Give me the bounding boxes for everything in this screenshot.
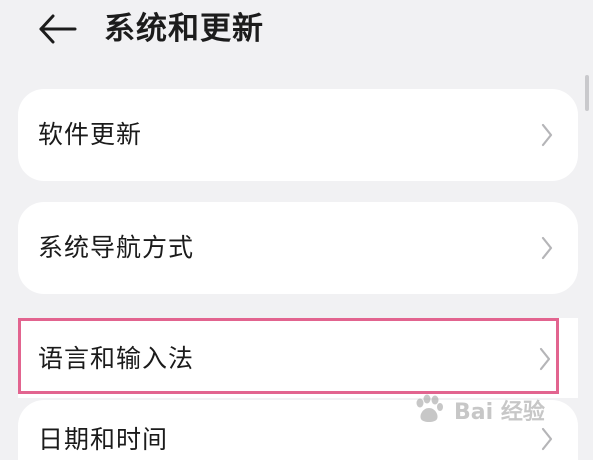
scroll-indicator xyxy=(585,75,589,111)
arrow-left-icon[interactable] xyxy=(38,12,78,46)
chevron-right-icon xyxy=(541,427,553,451)
settings-item-label: 软件更新 xyxy=(38,120,143,149)
chevron-right-icon xyxy=(541,236,553,260)
baidu-paw-icon xyxy=(416,394,443,422)
header: 系统和更新 xyxy=(0,0,593,62)
settings-item-label: 系统导航方式 xyxy=(38,233,195,262)
settings-item-label: 语言和输入法 xyxy=(38,344,195,373)
chevron-right-icon xyxy=(541,123,553,147)
settings-item-software-update[interactable]: 软件更新 xyxy=(18,89,578,181)
page-title: 系统和更新 xyxy=(104,11,264,47)
watermark: Bai 经验 xyxy=(408,392,590,426)
settings-item-system-navigation[interactable]: 系统导航方式 xyxy=(18,202,578,294)
settings-item-label: 日期和时间 xyxy=(38,425,169,454)
chevron-right-icon xyxy=(539,347,551,371)
watermark-text: Bai 经验 xyxy=(454,400,545,425)
settings-item-language-input[interactable]: 语言和输入法 xyxy=(18,318,578,398)
